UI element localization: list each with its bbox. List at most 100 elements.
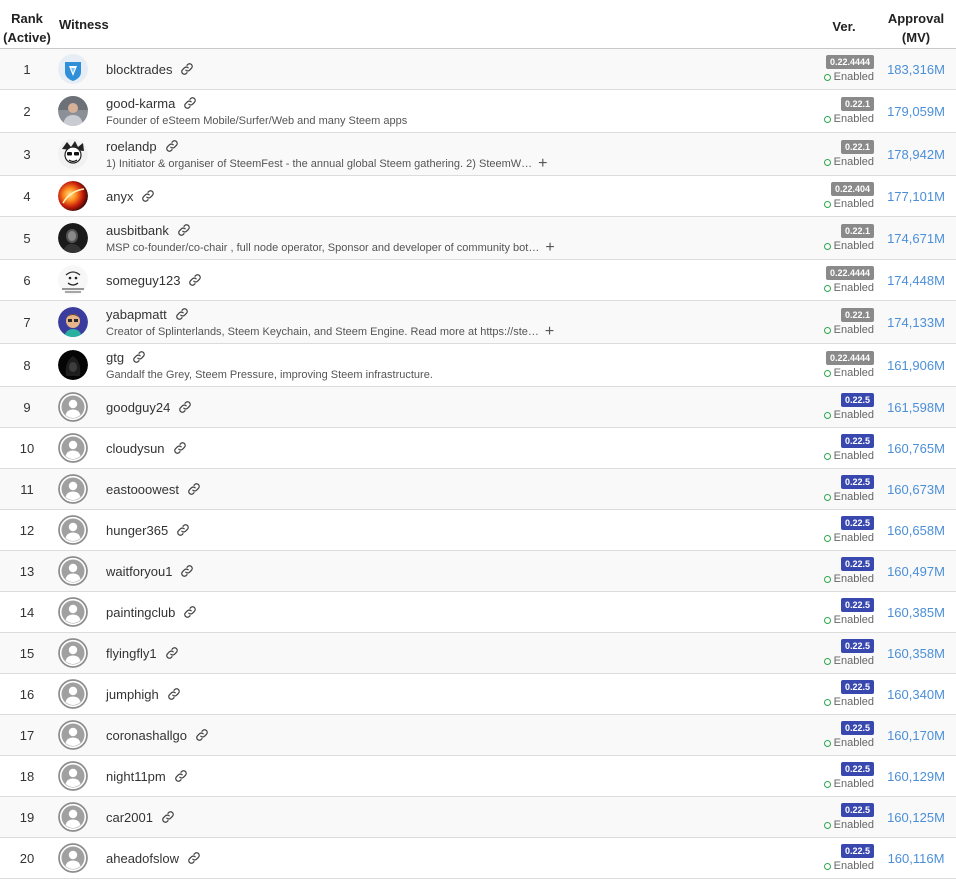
link-icon[interactable] bbox=[187, 851, 201, 865]
witness-name-link[interactable]: paintingclub bbox=[106, 605, 175, 620]
avatar[interactable] bbox=[58, 350, 88, 380]
link-icon[interactable] bbox=[165, 646, 179, 660]
avatar[interactable] bbox=[58, 223, 88, 253]
status-label: Enabled bbox=[833, 156, 874, 168]
witness-name-link[interactable]: flyingfly1 bbox=[106, 646, 157, 661]
status-indicator: Enabled bbox=[823, 532, 874, 544]
witness-cell: flyingfly1 bbox=[102, 646, 816, 661]
enabled-dot-icon bbox=[823, 698, 831, 706]
approval-link[interactable]: 161,906M bbox=[876, 358, 956, 373]
witness-name-link[interactable]: someguy123 bbox=[106, 273, 180, 288]
rank-cell: 15 bbox=[19, 645, 35, 661]
witness-name-link[interactable]: blocktrades bbox=[106, 62, 172, 77]
approval-link[interactable]: 160,170M bbox=[876, 728, 956, 743]
witness-name-link[interactable]: aheadofslow bbox=[106, 851, 179, 866]
version-badge: 0.22.5 bbox=[840, 557, 874, 571]
approval-link[interactable]: 160,658M bbox=[876, 523, 956, 538]
approval-link[interactable]: 179,059M bbox=[876, 104, 956, 119]
link-icon[interactable] bbox=[183, 605, 197, 619]
approval-link[interactable]: 174,671M bbox=[876, 231, 956, 246]
avatar[interactable] bbox=[58, 679, 88, 709]
approval-link[interactable]: 160,129M bbox=[876, 769, 956, 784]
status-indicator: Enabled bbox=[823, 240, 874, 252]
approval-link[interactable]: 160,340M bbox=[876, 687, 956, 702]
link-icon[interactable] bbox=[180, 564, 194, 578]
link-icon[interactable] bbox=[188, 273, 202, 287]
version-header[interactable]: Ver. bbox=[816, 0, 876, 48]
approval-link[interactable]: 160,673M bbox=[876, 482, 956, 497]
avatar[interactable] bbox=[58, 433, 88, 463]
expand-description-icon[interactable]: + bbox=[545, 240, 554, 256]
witness-name-link[interactable]: yabapmatt bbox=[106, 307, 167, 322]
link-icon[interactable] bbox=[176, 523, 190, 537]
link-icon[interactable] bbox=[187, 482, 201, 496]
link-icon[interactable] bbox=[177, 223, 191, 237]
approval-link[interactable]: 161,598M bbox=[876, 400, 956, 415]
witness-cell: ausbitbank MSP co-founder/co-chair , ful… bbox=[102, 223, 816, 256]
avatar[interactable] bbox=[58, 392, 88, 422]
witness-header[interactable]: Witness bbox=[54, 0, 816, 48]
approval-link[interactable]: 160,116M bbox=[876, 851, 956, 866]
approval-link[interactable]: 160,497M bbox=[876, 564, 956, 579]
link-icon[interactable] bbox=[174, 769, 188, 783]
avatar[interactable] bbox=[58, 597, 88, 627]
avatar[interactable] bbox=[58, 720, 88, 750]
link-icon[interactable] bbox=[175, 307, 189, 321]
approval-link[interactable]: 174,133M bbox=[876, 315, 956, 330]
link-icon[interactable] bbox=[167, 687, 181, 701]
witness-name-link[interactable]: anyx bbox=[106, 189, 133, 204]
version-badge: 0.22.5 bbox=[840, 475, 874, 489]
link-icon[interactable] bbox=[178, 400, 192, 414]
witness-name-link[interactable]: cloudysun bbox=[106, 441, 165, 456]
avatar[interactable] bbox=[58, 307, 88, 337]
witness-name-link[interactable]: hunger365 bbox=[106, 523, 168, 538]
approval-link[interactable]: 174,448M bbox=[876, 273, 956, 288]
rank-header[interactable]: Rank (Active) bbox=[0, 0, 54, 48]
link-icon[interactable] bbox=[161, 810, 175, 824]
link-icon[interactable] bbox=[141, 189, 155, 203]
witness-name-link[interactable]: roelandp bbox=[106, 139, 157, 154]
approval-link[interactable]: 160,125M bbox=[876, 810, 956, 825]
link-icon[interactable] bbox=[173, 441, 187, 455]
approval-link[interactable]: 160,385M bbox=[876, 605, 956, 620]
avatar[interactable] bbox=[58, 265, 88, 295]
expand-description-icon[interactable]: + bbox=[545, 324, 554, 340]
avatar[interactable] bbox=[58, 474, 88, 504]
approval-link[interactable]: 160,765M bbox=[876, 441, 956, 456]
avatar[interactable] bbox=[58, 96, 88, 126]
link-icon[interactable] bbox=[180, 62, 194, 76]
avatar[interactable] bbox=[58, 556, 88, 586]
avatar[interactable] bbox=[58, 638, 88, 668]
link-icon[interactable] bbox=[132, 350, 146, 364]
witness-name-link[interactable]: gtg bbox=[106, 350, 124, 365]
witness-name-link[interactable]: jumphigh bbox=[106, 687, 159, 702]
version-cell: 0.22.1 Enabled bbox=[816, 308, 876, 336]
version-cell: 0.22.5 Enabled bbox=[816, 516, 876, 544]
enabled-dot-icon bbox=[823, 862, 831, 870]
rank-cell: 18 bbox=[19, 768, 35, 784]
witness-name-link[interactable]: eastooowest bbox=[106, 482, 179, 497]
avatar[interactable] bbox=[58, 181, 88, 211]
approval-link[interactable]: 183,316M bbox=[876, 62, 956, 77]
witness-name-link[interactable]: coronashallgo bbox=[106, 728, 187, 743]
witness-name-link[interactable]: good-karma bbox=[106, 96, 175, 111]
approval-link[interactable]: 160,358M bbox=[876, 646, 956, 661]
avatar[interactable] bbox=[58, 761, 88, 791]
link-icon[interactable] bbox=[195, 728, 209, 742]
link-icon[interactable] bbox=[183, 96, 197, 110]
avatar[interactable] bbox=[58, 843, 88, 873]
witness-name-link[interactable]: night11pm bbox=[106, 769, 166, 784]
avatar[interactable] bbox=[58, 802, 88, 832]
approval-link[interactable]: 178,942M bbox=[876, 147, 956, 162]
witness-name-link[interactable]: goodguy24 bbox=[106, 400, 170, 415]
approval-header[interactable]: Approval (MV) bbox=[876, 0, 956, 48]
link-icon[interactable] bbox=[165, 139, 179, 153]
avatar[interactable] bbox=[58, 139, 88, 169]
witness-name-link[interactable]: ausbitbank bbox=[106, 223, 169, 238]
approval-link[interactable]: 177,101M bbox=[876, 189, 956, 204]
witness-name-link[interactable]: waitforyou1 bbox=[106, 564, 172, 579]
avatar[interactable] bbox=[58, 515, 88, 545]
witness-name-link[interactable]: car2001 bbox=[106, 810, 153, 825]
avatar[interactable] bbox=[58, 54, 88, 84]
expand-description-icon[interactable]: + bbox=[538, 156, 547, 172]
